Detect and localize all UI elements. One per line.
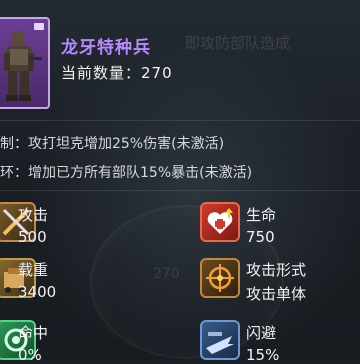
divider-top	[0, 120, 360, 121]
faded-background-text: 即攻防部队造成	[185, 34, 291, 52]
hit-label: 命中	[18, 324, 49, 342]
attack-mode-value: 攻击单体	[246, 285, 307, 303]
unit-portrait[interactable]	[0, 17, 50, 109]
hp-value: 750	[246, 228, 275, 246]
unit-count: 当前数量：270	[61, 64, 173, 82]
divider-bottom	[0, 190, 360, 191]
load-value: 3400	[18, 283, 57, 301]
attack-value: 500	[18, 228, 47, 246]
hit-value: 0%	[18, 346, 42, 364]
dodge-value: 15%	[246, 346, 280, 364]
dodge-label: 闪避	[246, 324, 277, 342]
attack-label: 攻击	[18, 206, 49, 224]
skill-line-2: 环：增加已方所有部队15%暴击(未激活)	[0, 165, 253, 181]
crosshair-icon	[200, 258, 240, 298]
hp-label: 生命	[246, 206, 277, 224]
load-label: 载重	[18, 261, 49, 279]
soldier-figure-icon	[4, 31, 42, 101]
unit-name: 龙牙特种兵	[61, 38, 151, 58]
background-emblem-number: 270	[153, 266, 180, 282]
heart-plus-icon	[200, 202, 240, 242]
dodge-icon	[200, 320, 240, 360]
attack-mode-label: 攻击形式	[246, 261, 307, 279]
skill-line-1: 制：攻打坦克增加25%伤害(未激活)	[0, 136, 225, 152]
